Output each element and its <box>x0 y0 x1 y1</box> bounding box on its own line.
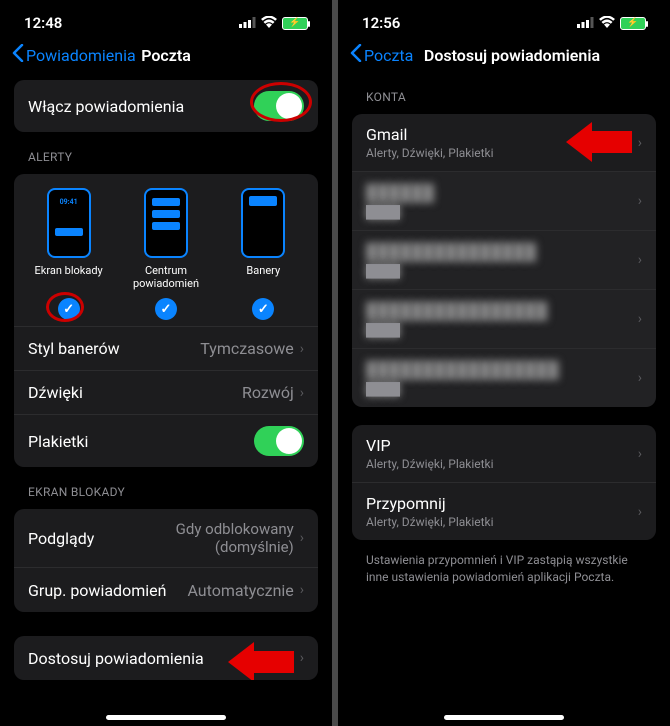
home-indicator[interactable] <box>106 715 226 720</box>
chevron-right-icon: › <box>300 650 304 666</box>
vip-group: VIP Alerty, Dźwięki, Plakietki › Przypom… <box>352 425 656 540</box>
grouping-label: Grup. powiadomień <box>28 581 187 600</box>
battery-icon: ⚡ <box>620 17 646 30</box>
page-title: Dostosuj powiadomienia <box>424 46 600 65</box>
sounds-value: Rozwój <box>242 383 294 402</box>
chevron-left-icon <box>350 44 362 66</box>
banner-style-row[interactable]: Styl banerów Tymczasowe › <box>14 327 318 371</box>
previews-row[interactable]: Podglądy Gdy odblokowany (domyślnie) › <box>14 509 318 568</box>
account-hidden-row[interactable]: █████████████████████ › <box>352 349 656 407</box>
phone-screen-left: 12:48 ⚡ Powiadomienia Poczta Włącz powia… <box>0 0 332 726</box>
chevron-right-icon: › <box>638 252 642 268</box>
back-label: Poczta <box>364 46 413 65</box>
sounds-label: Dźwięki <box>28 383 242 402</box>
customize-label: Dostosuj powiadomienia <box>28 649 300 668</box>
chevron-right-icon: › <box>300 530 304 546</box>
enable-label: Włącz powiadomienia <box>28 97 254 116</box>
badges-label: Plakietki <box>28 432 254 451</box>
chevron-right-icon: › <box>300 341 304 357</box>
banner-style-label: Styl banerów <box>28 339 200 358</box>
vip-text: VIP Alerty, Dźwięki, Plakietki <box>366 436 638 471</box>
status-icons: ⚡ <box>577 14 646 32</box>
battery-icon: ⚡ <box>282 17 308 30</box>
previews-label: Podglądy <box>28 529 94 548</box>
alert-center-label: Centrum powiadomień <box>117 264 214 290</box>
chevron-right-icon: › <box>638 370 642 386</box>
status-bar: 12:56 ⚡ <box>338 0 670 36</box>
vip-subtitle: Alerty, Dźwięki, Plakietki <box>366 457 638 471</box>
enable-group: Włącz powiadomienia <box>14 80 318 132</box>
home-indicator[interactable] <box>444 715 564 720</box>
chevron-right-icon: › <box>638 311 642 327</box>
lock-screen-header: EKRAN BLOKADY <box>0 471 332 505</box>
lock-screen-preview-icon: 09:41 <box>47 188 91 258</box>
chevron-right-icon: › <box>300 385 304 401</box>
badges-toggle[interactable] <box>254 426 304 456</box>
chevron-right-icon: › <box>638 193 642 209</box>
sounds-row[interactable]: Dźwięki Rozwój › <box>14 371 318 415</box>
account-hidden-row[interactable]: ███████████████████ › <box>352 231 656 290</box>
wifi-icon <box>261 14 277 32</box>
banner-preview-icon <box>241 188 285 258</box>
back-button[interactable]: Poczta <box>350 44 413 66</box>
back-label: Powiadomienia <box>26 46 136 65</box>
vip-title: VIP <box>366 436 638 455</box>
check-icon: ✓ <box>252 298 274 320</box>
grouping-value: Automatycznie <box>187 581 293 600</box>
lock-screen-group: Podglądy Gdy odblokowany (domyślnie) › G… <box>14 509 318 612</box>
wifi-icon <box>599 14 615 32</box>
account-gmail-row[interactable]: Gmail Alerty, Dźwięki, Plakietki › <box>352 114 656 172</box>
nav-bar: Poczta Dostosuj powiadomienia <box>338 36 670 76</box>
notification-center-preview-icon <box>144 188 188 258</box>
enable-notifications-row[interactable]: Włącz powiadomienia <box>14 80 318 132</box>
account-text: Gmail Alerty, Dźwięki, Plakietki <box>366 125 638 160</box>
enable-toggle[interactable] <box>254 91 304 121</box>
accounts-group: Gmail Alerty, Dźwięki, Plakietki › █████… <box>352 114 656 407</box>
footer-note: Ustawienia przypomnień i VIP zastąpią ws… <box>338 544 670 594</box>
customize-group: Dostosuj powiadomienia › <box>14 636 318 680</box>
grouping-row[interactable]: Grup. powiadomień Automatycznie › <box>14 568 318 612</box>
nav-bar: Powiadomienia Poczta <box>0 36 332 76</box>
status-bar: 12:48 ⚡ <box>0 0 332 36</box>
remind-subtitle: Alerty, Dźwięki, Plakietki <box>366 515 638 529</box>
phone-screen-right: 12:56 ⚡ Poczta Dostosuj powiadomienia KO… <box>338 0 670 726</box>
chevron-right-icon: › <box>300 582 304 598</box>
signal-icon <box>577 14 594 32</box>
chevron-right-icon: › <box>638 446 642 462</box>
alerts-header: ALERTY <box>0 136 332 170</box>
accounts-header: KONTA <box>338 76 670 110</box>
alert-lock-label: Ekran blokady <box>20 264 117 290</box>
status-time: 12:56 <box>362 14 400 32</box>
check-icon: ✓ <box>155 298 177 320</box>
banner-style-value: Tymczasowe <box>200 339 294 358</box>
account-title: Gmail <box>366 125 638 144</box>
alerts-group: 09:41 Ekran blokady ✓ Centrum powiadomie… <box>14 174 318 467</box>
signal-icon <box>239 14 256 32</box>
alert-lock-option[interactable]: 09:41 Ekran blokady ✓ <box>20 188 117 320</box>
alert-banner-option[interactable]: Banery ✓ <box>215 188 312 320</box>
previews-value: Gdy odblokowany (domyślnie) <box>102 520 293 556</box>
badges-row[interactable]: Plakietki <box>14 415 318 467</box>
chevron-right-icon: › <box>638 135 642 151</box>
alert-center-option[interactable]: Centrum powiadomień ✓ <box>117 188 214 320</box>
vip-row[interactable]: VIP Alerty, Dźwięki, Plakietki › <box>352 425 656 483</box>
customize-notifications-row[interactable]: Dostosuj powiadomienia › <box>14 636 318 680</box>
page-title: Poczta <box>141 46 191 65</box>
account-hidden-row[interactable]: ██████████ › <box>352 172 656 231</box>
status-icons: ⚡ <box>239 14 308 32</box>
remind-row[interactable]: Przypomnij Alerty, Dźwięki, Plakietki › <box>352 483 656 540</box>
account-hidden-row[interactable]: ████████████████████ › <box>352 290 656 349</box>
remind-title: Przypomnij <box>366 494 638 513</box>
remind-text: Przypomnij Alerty, Dźwięki, Plakietki <box>366 494 638 529</box>
chevron-right-icon: › <box>638 504 642 520</box>
chevron-left-icon <box>12 44 24 66</box>
alert-banner-label: Banery <box>215 264 312 290</box>
back-button[interactable]: Powiadomienia <box>12 44 136 66</box>
status-time: 12:48 <box>24 14 62 32</box>
alert-style-picker: 09:41 Ekran blokady ✓ Centrum powiadomie… <box>14 174 318 327</box>
account-subtitle: Alerty, Dźwięki, Plakietki <box>366 146 638 160</box>
check-icon: ✓ <box>58 298 80 320</box>
